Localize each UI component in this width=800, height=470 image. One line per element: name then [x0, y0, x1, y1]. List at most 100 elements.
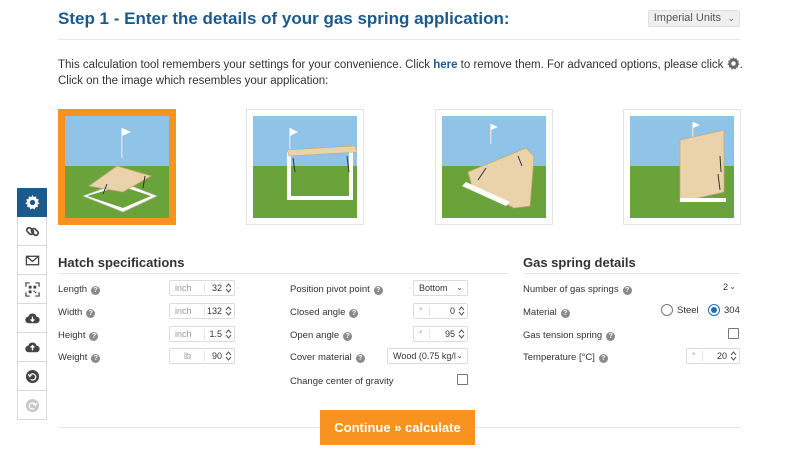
pivot-label: Position pivot point? [290, 284, 383, 295]
steel-label: Steel [677, 305, 699, 316]
units-select[interactable]: Imperial Units ⌄ [647, 10, 740, 27]
help-icon[interactable]: ? [349, 309, 359, 318]
undo-button[interactable] [17, 362, 47, 391]
closed-angle-input[interactable]: ° 0 [413, 303, 468, 319]
gear-icon [24, 195, 40, 210]
input-separator [429, 306, 430, 316]
pivot-label-text: Position pivot point [290, 284, 370, 295]
gas-spring-count-select[interactable]: 2 ⌄ [712, 280, 740, 296]
unit-label: ° [692, 351, 696, 361]
material-steel-option[interactable]: Steel [661, 304, 699, 316]
settings-button[interactable] [17, 188, 47, 217]
redo-button[interactable] [17, 391, 47, 420]
gas-spring-count-value: 2 [722, 282, 728, 292]
width-value: 132 [206, 306, 222, 316]
help-icon[interactable]: ? [91, 286, 101, 295]
cloud-download-icon [24, 312, 40, 323]
unit-label: lb [184, 351, 192, 361]
download-button[interactable] [17, 304, 47, 333]
unit-label: inch [175, 329, 192, 339]
help-icon[interactable]: ? [91, 354, 101, 363]
step-label: Step 1 [58, 9, 110, 28]
material-label: Material? [523, 307, 570, 318]
hatch-horizontal-hinged-image [65, 116, 169, 218]
spinner-icon[interactable] [225, 282, 232, 294]
cover-material-label: Cover material? [290, 352, 365, 363]
cover-material-value: Wood (0.75 kg/l [393, 351, 456, 361]
width-input[interactable]: inch 132 [169, 303, 235, 319]
application-door-vertical[interactable] [623, 109, 741, 225]
application-hatch-horizontal[interactable] [58, 109, 176, 225]
material-label-text: Material [523, 307, 557, 318]
cloud-upload-icon [24, 341, 40, 352]
height-value: 1.5 [209, 329, 222, 339]
weight-row: Weight? lb 90 [58, 348, 238, 366]
qr-code-button[interactable] [17, 275, 47, 304]
step-header: Step 1 - Enter the details of your gas s… [58, 8, 740, 40]
spinner-icon[interactable] [225, 350, 232, 362]
help-icon[interactable]: ? [622, 286, 632, 295]
help-icon[interactable]: ? [343, 332, 353, 341]
gas-tension-spring-checkbox[interactable] [728, 328, 739, 339]
height-label: Height? [58, 330, 99, 341]
unit-label: ° [419, 329, 423, 339]
temperature-input[interactable]: ° 20 [686, 348, 740, 364]
open-angle-row: Open angle? ° 95 [290, 326, 470, 344]
help-icon[interactable]: ? [86, 309, 96, 318]
weight-label: Weight? [58, 352, 101, 363]
unit-label: inch [175, 306, 192, 316]
help-icon[interactable]: ? [606, 332, 616, 341]
radio-304[interactable] [708, 304, 720, 316]
unit-label: ° [419, 306, 423, 316]
gear-icon[interactable] [726, 57, 740, 70]
spinner-icon[interactable] [225, 305, 232, 317]
temperature-label: Temperature [°C]? [523, 352, 608, 363]
remove-settings-link[interactable]: here [433, 59, 457, 71]
pivot-select[interactable]: Bottom ⌄ [413, 280, 468, 296]
temperature-label-text: Temperature [°C] [523, 352, 595, 363]
help-icon[interactable]: ? [89, 332, 99, 341]
chevron-down-icon: ⌄ [727, 13, 735, 23]
spinner-icon[interactable] [458, 305, 465, 317]
closed-angle-row: Closed angle? ° 0 [290, 303, 470, 321]
gas-spring-count-row: Number of gas springs? 2 ⌄ [523, 280, 740, 298]
help-icon[interactable]: ? [355, 354, 365, 363]
304-label: 304 [724, 305, 740, 316]
application-hatch-inclined[interactable] [435, 109, 553, 225]
help-icon[interactable]: ? [598, 354, 608, 363]
input-separator [429, 329, 430, 339]
continue-calculate-button[interactable]: Continue » calculate [320, 410, 475, 445]
chevron-down-icon: ⌄ [456, 283, 463, 292]
gas-spring-count-label: Number of gas springs? [523, 284, 632, 295]
length-input[interactable]: inch 32 [169, 280, 235, 296]
material-304-option[interactable]: 304 [708, 304, 740, 316]
cover-material-label-text: Cover material [290, 352, 352, 363]
help-icon[interactable]: ? [560, 309, 570, 318]
share-link-button[interactable] [17, 217, 47, 246]
units-value: Imperial Units [653, 12, 721, 24]
radio-steel[interactable] [661, 304, 673, 316]
spinner-icon[interactable] [730, 350, 737, 362]
height-row: Height? inch 1.5 [58, 326, 238, 344]
length-row: Length? inch 32 [58, 280, 238, 298]
upload-button[interactable] [17, 333, 47, 362]
closed-angle-label-text: Closed angle [290, 307, 346, 318]
height-label-text: Height [58, 330, 86, 341]
temperature-row: Temperature [°C]? ° 20 [523, 348, 740, 366]
width-label-text: Width [58, 307, 83, 318]
chevron-down-icon: ⌄ [456, 351, 463, 360]
application-hatch-vertical[interactable] [246, 109, 364, 225]
input-separator [702, 351, 703, 361]
cover-material-select[interactable]: Wood (0.75 kg/l ⌄ [387, 348, 468, 364]
center-of-gravity-checkbox[interactable] [457, 374, 468, 385]
email-button[interactable] [17, 246, 47, 275]
open-angle-input[interactable]: ° 95 [413, 326, 468, 342]
intro-line-1: This calculation tool remembers your set… [58, 57, 743, 73]
spinner-icon[interactable] [458, 328, 465, 340]
gas-spring-details-title: Gas spring details [523, 255, 636, 270]
spinner-icon[interactable] [225, 328, 232, 340]
height-input[interactable]: inch 1.5 [169, 326, 235, 342]
help-icon[interactable]: ? [373, 286, 383, 295]
weight-input[interactable]: lb 90 [169, 348, 235, 364]
input-separator [204, 306, 205, 316]
